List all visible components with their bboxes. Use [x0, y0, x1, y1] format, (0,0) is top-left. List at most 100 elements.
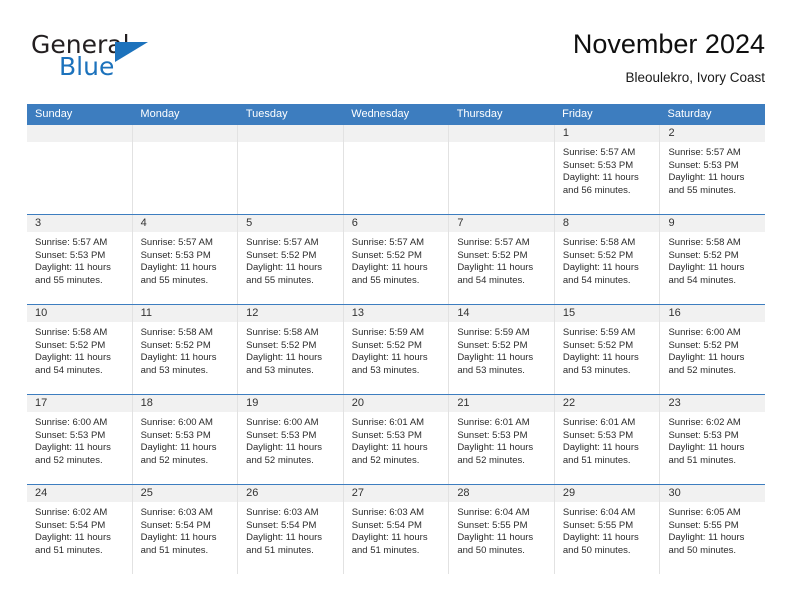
- calendar-day-cell[interactable]: 4 Sunrise: 5:57 AM Sunset: 5:53 PM Daylight…: [132, 215, 239, 304]
- weekday-header-tuesday: Tuesday: [245, 108, 288, 120]
- sunset-text: Sunset: 5:52 PM: [668, 339, 739, 351]
- day-sun-info: Sunrise: 5:59 AM Sunset: 5:52 PM Daylight:…: [449, 322, 554, 377]
- daylight-text-line2: and 52 minutes.: [457, 454, 525, 466]
- day-number: 18: [132, 395, 238, 412]
- calendar-day-cell[interactable]: 24 Sunrise: 6:02 AM Sunset: 5:54 PM Dayligh…: [27, 485, 133, 574]
- weekday-header-thursday: Thursday: [456, 108, 503, 120]
- daylight-text-line2: and 52 minutes.: [140, 454, 209, 466]
- daylight-text-line1: Daylight: 11 hours: [668, 172, 745, 184]
- calendar-day-cell[interactable]: 21 Sunrise: 6:01 AM Sunset: 5:53 PM Dayligh…: [449, 395, 555, 484]
- calendar-day-cell[interactable]: 12 Sunrise: 5:58 AM Sunset: 5:52 PM Dayligh…: [238, 305, 344, 394]
- sunrise-text: Sunrise: 5:58 AM: [140, 327, 213, 338]
- day-sun-info: Sunrise: 5:57 AM Sunset: 5:53 PM Daylight:…: [555, 142, 660, 197]
- calendar-week-row: 24 Sunrise: 6:02 AM Sunset: 5:54 PM Dayligh…: [27, 484, 766, 574]
- calendar-day-cell[interactable]: 26 Sunrise: 6:03 AM Sunset: 5:54 PM Dayligh…: [238, 485, 344, 574]
- sunrise-text: Sunrise: 6:05 AM: [668, 507, 741, 518]
- daylight-text-line2: and 51 minutes.: [246, 544, 314, 556]
- daylight-text-line1: Daylight: 11 hours: [35, 442, 111, 454]
- daylight-text-line1: Daylight: 11 hours: [35, 352, 111, 364]
- calendar-day-cell[interactable]: 1 Sunrise: 5:57 AM Sunset: 5:53 PM Daylight…: [554, 125, 661, 214]
- sunrise-text: Sunrise: 5:57 AM: [562, 147, 636, 158]
- calendar-day-cell[interactable]: 11 Sunrise: 5:58 AM Sunset: 5:52 PM Dayligh…: [132, 305, 239, 394]
- sunset-text: Sunset: 5:55 PM: [668, 519, 739, 531]
- calendar-day-cell[interactable]: 10 Sunrise: 5:58 AM Sunset: 5:52 PM Dayligh…: [27, 305, 133, 394]
- day-sun-info: Sunrise: 5:57 AM Sunset: 5:52 PM Daylight:…: [344, 232, 449, 287]
- calendar-week-row: 10 Sunrise: 5:58 AM Sunset: 5:52 PM Dayligh…: [27, 304, 766, 394]
- calendar-day-cell[interactable]: 27 Sunrise: 6:03 AM Sunset: 5:54 PM Dayligh…: [343, 485, 450, 574]
- day-number: 15: [554, 305, 660, 322]
- calendar-day-cell[interactable]: 15 Sunrise: 5:59 AM Sunset: 5:52 PM Dayligh…: [554, 305, 661, 394]
- sunrise-text: Sunrise: 6:03 AM: [351, 507, 425, 518]
- calendar-day-cell[interactable]: 25 Sunrise: 6:03 AM Sunset: 5:54 PM Dayligh…: [132, 485, 239, 574]
- sunset-text: Sunset: 5:52 PM: [35, 339, 106, 351]
- sunset-text: Sunset: 5:55 PM: [457, 519, 528, 531]
- day-sun-info: Sunrise: 6:03 AM Sunset: 5:54 PM Daylight:…: [133, 502, 238, 557]
- daylight-text-line1: Daylight: 11 hours: [668, 352, 745, 364]
- daylight-text-line1: Daylight: 11 hours: [562, 172, 639, 184]
- calendar-day-cell[interactable]: 22 Sunrise: 6:01 AM Sunset: 5:53 PM Dayligh…: [554, 395, 661, 484]
- calendar-day-cell[interactable]: 5 Sunrise: 5:57 AM Sunset: 5:52 PM Daylight…: [238, 215, 344, 304]
- daylight-text-line1: Daylight: 11 hours: [668, 262, 745, 274]
- daylight-text-line1: Daylight: 11 hours: [140, 262, 217, 274]
- day-number: [27, 125, 132, 142]
- day-number: 29: [554, 485, 660, 502]
- calendar-day-cell[interactable]: 23 Sunrise: 6:02 AM Sunset: 5:53 PM Dayligh…: [660, 395, 766, 484]
- calendar-day-cell[interactable]: 7 Sunrise: 5:57 AM Sunset: 5:52 PM Daylight…: [449, 215, 555, 304]
- daylight-text-line1: Daylight: 11 hours: [246, 532, 323, 544]
- calendar-day-cell[interactable]: 2 Sunrise: 5:57 AM Sunset: 5:53 PM Daylight…: [660, 125, 766, 214]
- day-number: [343, 125, 449, 142]
- weekday-header-sunday: Sunday: [35, 108, 73, 120]
- sunrise-text: Sunrise: 6:03 AM: [140, 507, 213, 518]
- calendar-day-cell[interactable]: 13 Sunrise: 5:59 AM Sunset: 5:52 PM Dayligh…: [343, 305, 450, 394]
- day-sun-info: Sunrise: 5:59 AM Sunset: 5:52 PM Daylight:…: [555, 322, 660, 377]
- day-number: 2: [660, 125, 766, 142]
- calendar-day-cell[interactable]: 20 Sunrise: 6:01 AM Sunset: 5:53 PM Dayligh…: [343, 395, 450, 484]
- calendar-day-cell[interactable]: 16 Sunrise: 6:00 AM Sunset: 5:52 PM Dayligh…: [660, 305, 766, 394]
- sunrise-text: Sunrise: 6:04 AM: [562, 507, 636, 518]
- general-blue-logo[interactable]: General Blue: [27, 30, 257, 90]
- calendar-day-cell[interactable]: 8 Sunrise: 5:58 AM Sunset: 5:52 PM Daylight…: [554, 215, 661, 304]
- day-number: 6: [343, 215, 449, 232]
- day-sun-info: Sunrise: 6:05 AM Sunset: 5:55 PM Daylight:…: [660, 502, 765, 557]
- daylight-text-line1: Daylight: 11 hours: [457, 262, 534, 274]
- sunset-text: Sunset: 5:52 PM: [246, 339, 317, 351]
- calendar-page: General Blue November 2024 Bleoulekro, I…: [0, 0, 792, 612]
- daylight-text-line2: and 51 minutes.: [351, 544, 420, 556]
- sunrise-text: Sunrise: 5:58 AM: [562, 237, 636, 248]
- logo-word-blue: Blue: [59, 52, 115, 81]
- day-number: [132, 125, 238, 142]
- day-number: 27: [343, 485, 449, 502]
- day-sun-info: Sunrise: 5:57 AM Sunset: 5:53 PM Daylight:…: [133, 232, 238, 287]
- calendar-day-cell-empty: [27, 125, 133, 214]
- sunset-text: Sunset: 5:53 PM: [351, 429, 422, 441]
- day-sun-info: Sunrise: 5:59 AM Sunset: 5:52 PM Daylight:…: [344, 322, 449, 377]
- sunset-text: Sunset: 5:53 PM: [35, 249, 106, 261]
- sunset-text: Sunset: 5:52 PM: [140, 339, 211, 351]
- daylight-text-line1: Daylight: 11 hours: [457, 442, 534, 454]
- daylight-text-line2: and 53 minutes.: [457, 364, 525, 376]
- daylight-text-line1: Daylight: 11 hours: [351, 262, 428, 274]
- calendar-day-cell[interactable]: 14 Sunrise: 5:59 AM Sunset: 5:52 PM Dayligh…: [449, 305, 555, 394]
- daylight-text-line1: Daylight: 11 hours: [562, 442, 639, 454]
- calendar-day-cell[interactable]: 3 Sunrise: 5:57 AM Sunset: 5:53 PM Daylight…: [27, 215, 133, 304]
- calendar-day-cell[interactable]: 9 Sunrise: 5:58 AM Sunset: 5:52 PM Daylight…: [660, 215, 766, 304]
- sunset-text: Sunset: 5:52 PM: [457, 339, 528, 351]
- calendar-day-cell[interactable]: 28 Sunrise: 6:04 AM Sunset: 5:55 PM Dayligh…: [449, 485, 555, 574]
- calendar-day-cell[interactable]: 30 Sunrise: 6:05 AM Sunset: 5:55 PM Dayligh…: [660, 485, 766, 574]
- sunset-text: Sunset: 5:53 PM: [562, 429, 634, 441]
- day-number: 25: [132, 485, 238, 502]
- day-sun-info: Sunrise: 6:03 AM Sunset: 5:54 PM Daylight:…: [344, 502, 449, 557]
- calendar-day-cell[interactable]: 17 Sunrise: 6:00 AM Sunset: 5:53 PM Dayligh…: [27, 395, 133, 484]
- sunrise-text: Sunrise: 5:59 AM: [457, 327, 530, 338]
- calendar-day-cell[interactable]: 29 Sunrise: 6:04 AM Sunset: 5:55 PM Dayligh…: [554, 485, 661, 574]
- calendar-day-cell[interactable]: 6 Sunrise: 5:57 AM Sunset: 5:52 PM Daylight…: [343, 215, 450, 304]
- daylight-text-line2: and 53 minutes.: [246, 364, 314, 376]
- day-sun-info: Sunrise: 5:58 AM Sunset: 5:52 PM Daylight:…: [27, 322, 132, 377]
- day-sun-info: Sunrise: 6:01 AM Sunset: 5:53 PM Daylight:…: [449, 412, 554, 467]
- day-sun-info: Sunrise: 6:00 AM Sunset: 5:52 PM Daylight:…: [660, 322, 765, 377]
- day-number: 30: [660, 485, 766, 502]
- calendar-day-cell[interactable]: 19 Sunrise: 6:00 AM Sunset: 5:53 PM Dayligh…: [238, 395, 344, 484]
- sunset-text: Sunset: 5:53 PM: [35, 429, 106, 441]
- day-sun-info: Sunrise: 5:57 AM Sunset: 5:53 PM Daylight:…: [27, 232, 132, 287]
- calendar-day-cell[interactable]: 18 Sunrise: 6:00 AM Sunset: 5:53 PM Dayligh…: [132, 395, 239, 484]
